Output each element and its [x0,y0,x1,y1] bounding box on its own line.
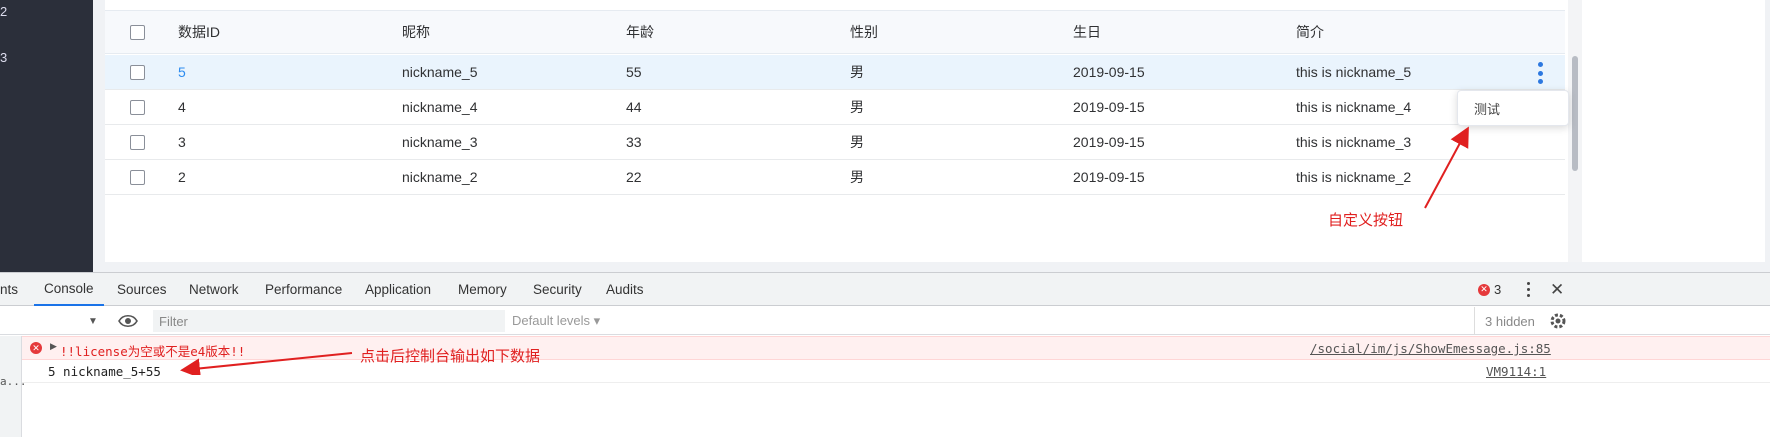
console-log-message: 5 nickname_5+55 [48,364,161,379]
cell-birthday: 2019-09-15 [1073,134,1145,150]
cell-birthday: 2019-09-15 [1073,169,1145,185]
table-row[interactable]: 2 nickname_2 22 男 2019-09-15 this is nic… [105,160,1565,195]
cell-nickname: nickname_4 [402,99,478,115]
grid-header: 数据ID 昵称 年龄 性别 生日 简介 [105,10,1565,54]
expand-triangle-icon[interactable]: ▶ [50,341,57,352]
cell-birthday: 2019-09-15 [1073,99,1145,115]
cell-gender: 男 [850,64,864,80]
table-row[interactable]: 3 nickname_3 33 男 2019-09-15 this is nic… [105,125,1565,160]
sidebar-fragment[interactable]: 3 [0,50,7,65]
tab-console[interactable]: Console [34,273,104,306]
console-toolbar: ▼ Filter Default levels ▾ 3 hidden [0,307,1770,335]
header-checkbox-cell[interactable] [127,11,147,53]
cell-id: 3 [178,134,186,150]
row-checkbox-cell[interactable] [127,55,147,89]
cell-gender: 男 [850,169,864,185]
cell-birthday: 2019-09-15 [1073,64,1145,80]
close-icon[interactable]: ✕ [1550,273,1564,306]
console-filter-input[interactable]: Filter [153,310,505,332]
cell-age: 44 [626,99,642,115]
log-levels-dropdown[interactable]: Default levels ▾ [512,307,600,335]
context-dropdown-icon[interactable]: ▼ [88,307,98,335]
row-checkbox-cell[interactable] [127,160,147,194]
error-count: 3 [1494,282,1502,297]
cell-nickname: nickname_5 [402,64,478,80]
console-error-source-link[interactable]: /social/im/js/ShowEmessage.js:85 [1310,341,1551,356]
tab-elements[interactable]: nts [0,273,18,306]
header-gender: 性别 [850,24,878,40]
tab-security[interactable]: Security [533,273,582,306]
header-age: 年龄 [626,24,654,40]
annotation-custom-button: 自定义按钮 [1328,212,1404,229]
table-row[interactable]: 5 nickname_5 55 男 2019-09-15 this is nic… [105,55,1565,90]
sidebar: 2 3 [0,0,93,272]
cell-gender: 男 [850,99,864,115]
header-nickname: 昵称 [402,24,430,40]
content-area: 数据ID 昵称 年龄 性别 生日 简介 5 nickname_5 55 男 20… [93,0,1770,272]
more-options-icon[interactable] [1521,273,1535,306]
console-log-source-link[interactable]: VM9114:1 [1486,364,1546,379]
error-icon: ✕ [1478,283,1490,296]
row-checkbox[interactable] [129,169,145,185]
gear-icon[interactable] [1549,307,1567,335]
row-checkbox-cell[interactable] [127,90,147,124]
row-checkbox[interactable] [129,99,145,115]
vertical-scrollbar[interactable] [1572,56,1578,171]
table-row[interactable]: 4 nickname_4 44 男 2019-09-15 this is nic… [105,90,1565,125]
sidebar-fragment[interactable]: 2 [0,4,7,19]
eye-icon[interactable] [118,307,138,335]
grid-panel: 数据ID 昵称 年龄 性别 生日 简介 5 nickname_5 55 男 20… [105,0,1765,262]
header-birthday: 生日 [1073,24,1101,40]
annotation-console-output: 点击后控制台输出如下数据 [360,348,541,365]
devtools-panel: nts Console Sources Network Performance … [0,272,1770,437]
cell-gender: 男 [850,134,864,150]
select-all-checkbox[interactable] [129,24,145,40]
row-checkbox[interactable] [129,64,145,80]
cell-intro: this is nickname_2 [1296,169,1412,185]
row-checkbox[interactable] [129,134,145,150]
tab-sources[interactable]: Sources [117,273,167,306]
error-counter[interactable]: ✕ 3 [1478,273,1501,306]
annotation-arrow-icon [180,352,353,375]
header-id: 数据ID [178,24,220,40]
menu-item-test[interactable]: 测试 [1474,99,1500,118]
cell-age: 55 [626,64,642,80]
more-vertical-icon[interactable] [1530,60,1550,86]
tab-audits[interactable]: Audits [606,273,644,306]
error-icon: ✕ [30,342,42,354]
cell-nickname: nickname_2 [402,169,478,185]
row-checkbox-cell[interactable] [127,125,147,159]
annotation-arrow-icon [1424,126,1469,209]
tab-network[interactable]: Network [189,273,239,306]
hidden-count: 3 hidden [1474,307,1535,335]
tab-memory[interactable]: Memory [458,273,507,306]
cell-intro: this is nickname_5 [1296,64,1412,80]
console-gutter: a... [0,336,27,437]
cell-nickname: nickname_3 [402,134,478,150]
cell-age: 22 [626,169,642,185]
cell-intro: this is nickname_4 [1296,99,1412,115]
cell-id[interactable]: 5 [178,55,186,89]
cell-id: 2 [178,169,186,185]
devtools-tabbar: nts Console Sources Network Performance … [0,273,1770,306]
cell-id: 4 [178,99,186,115]
tab-application[interactable]: Application [365,273,431,306]
cell-intro: this is nickname_3 [1296,134,1412,150]
cell-age: 33 [626,134,642,150]
tab-performance[interactable]: Performance [265,273,342,306]
header-intro: 简介 [1296,24,1324,40]
